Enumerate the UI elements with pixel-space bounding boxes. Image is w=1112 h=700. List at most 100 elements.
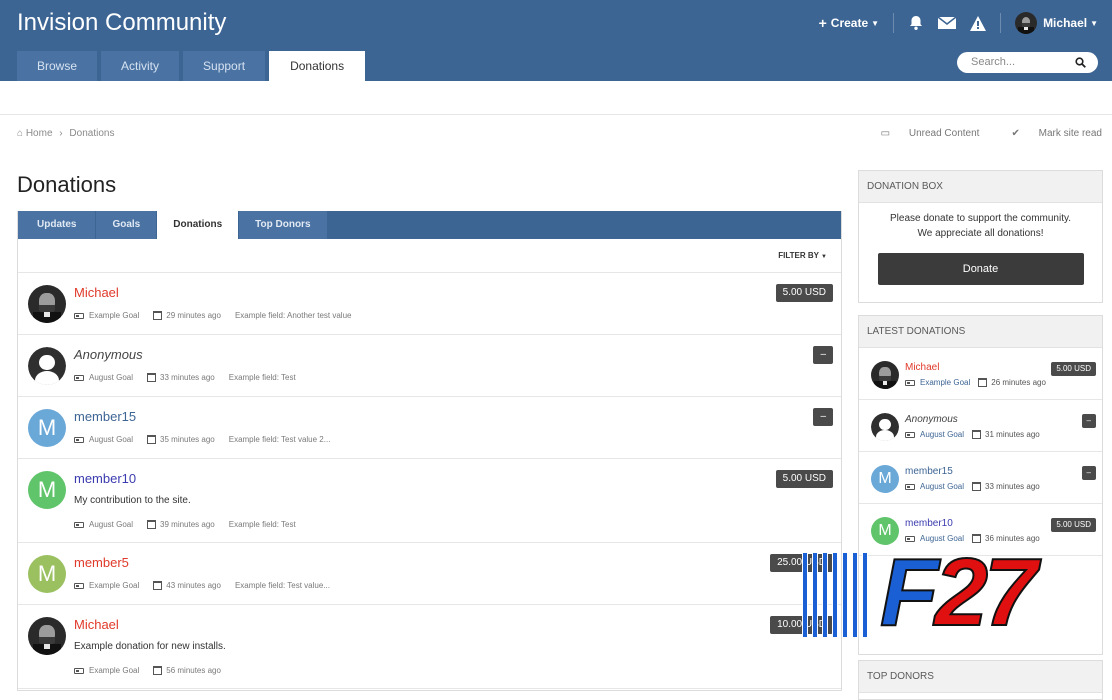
goal-link[interactable]: Example Goal [905, 378, 970, 387]
site-header: Invision Community + Create ▼ Michael ▼ … [0, 0, 1112, 81]
donation-meta: Example Goal 26 minutes ago [905, 378, 1046, 387]
calendar-icon [978, 378, 988, 387]
donor-name[interactable]: Michael [905, 362, 939, 373]
donor-name[interactable]: member15 [74, 409, 136, 424]
goal-icon [74, 582, 84, 589]
tab-updates[interactable]: Updates [18, 211, 96, 239]
donation-box-line: We appreciate all donations! [917, 228, 1044, 239]
tab-goals[interactable]: Goals [96, 211, 157, 239]
time-text: 31 minutes ago [985, 430, 1040, 439]
nav-tab-support[interactable]: Support [183, 51, 266, 81]
avatar[interactable]: M [871, 465, 899, 493]
divider [1000, 13, 1002, 33]
search-input[interactable]: Search... [957, 52, 1098, 73]
donation-box-text: Please donate to support the community. … [859, 211, 1102, 241]
user-bar: + Create ▼ Michael ▼ [805, 10, 1098, 36]
goal-link[interactable]: Example Goal [74, 581, 139, 590]
nav-tab-activity[interactable]: Activity [101, 51, 180, 81]
avatar[interactable] [871, 413, 899, 441]
amount-badge: 5.00 USD [1051, 518, 1096, 532]
amount-badge: 5.00 USD [1051, 362, 1096, 376]
time-text: 33 minutes ago [985, 482, 1040, 491]
goal-link[interactable]: August Goal [905, 482, 964, 491]
donation-meta: August Goal 39 minutes ago Example field: … [74, 520, 310, 529]
goal-link[interactable]: August Goal [74, 373, 133, 382]
calendar-icon [153, 311, 163, 320]
time-text: 29 minutes ago [166, 311, 221, 320]
goal-name: Example Goal [89, 581, 140, 590]
breadcrumb-current: Donations [69, 128, 115, 139]
donate-button[interactable]: Donate [877, 253, 1084, 285]
amount-badge: – [813, 346, 833, 364]
donor-name[interactable]: Michael [74, 617, 119, 632]
search-placeholder: Search... [971, 56, 1016, 68]
amount-badge: – [1081, 466, 1096, 480]
check-icon: ✔ [1011, 128, 1020, 139]
avatar[interactable]: M [28, 471, 66, 509]
goal-link[interactable]: Example Goal [74, 311, 139, 320]
donor-name[interactable]: member15 [905, 466, 953, 477]
filter-by-button[interactable]: FILTER BY ▼ [778, 251, 827, 260]
nav-tab-browse[interactable]: Browse [17, 51, 98, 81]
search-icon[interactable] [1075, 52, 1086, 73]
site-title[interactable]: Invision Community [17, 9, 226, 37]
user-menu[interactable]: Michael ▼ [1015, 12, 1098, 34]
avatar[interactable] [28, 617, 66, 655]
calendar-icon [147, 373, 157, 382]
envelope-icon [938, 16, 957, 29]
donor-name[interactable]: Michael [74, 285, 119, 300]
watermark-logo: F27 [802, 538, 1102, 647]
calendar-icon [147, 520, 157, 529]
notifications-button[interactable] [908, 15, 924, 31]
create-label: Create [830, 16, 869, 30]
donor-name[interactable]: Anonymous [905, 414, 958, 425]
goal-link[interactable]: August Goal [905, 430, 964, 439]
latest-donations-title: Latest Donations [859, 316, 1102, 348]
amount-badge: – [813, 408, 833, 426]
avatar[interactable]: M [28, 555, 66, 593]
avatar[interactable] [28, 285, 66, 323]
donation-tabs: Updates Goals Donations Top Donors [18, 211, 841, 239]
goal-link[interactable]: August Goal [74, 520, 133, 529]
unread-content-link[interactable]: ▭ Unread Content [865, 128, 980, 139]
donor-name[interactable]: Anonymous [74, 347, 143, 362]
reports-button[interactable] [970, 15, 987, 31]
watermark-bars [802, 552, 872, 638]
caret-down-icon: ▼ [1090, 18, 1098, 28]
goal-link[interactable]: August Goal [74, 435, 133, 444]
donor-name[interactable]: member10 [905, 518, 953, 529]
avatar[interactable] [871, 361, 899, 389]
breadcrumb: ⌂ Home › Donations [17, 128, 114, 139]
breadcrumb-home[interactable]: Home [26, 128, 53, 139]
latest-list: Michael Example Goal 26 minutes ago 5.00 US… [859, 348, 1102, 556]
filter-by-label: FILTER BY [778, 251, 819, 260]
calendar-icon [972, 482, 982, 491]
unread-icon: ▭ [880, 128, 891, 139]
tab-donations[interactable]: Donations [157, 211, 239, 239]
top-donors-widget: Top Donors [858, 660, 1103, 700]
messages-button[interactable] [938, 16, 957, 30]
amount-badge: 5.00 USD [775, 284, 833, 302]
create-menu[interactable]: + Create ▼ [819, 15, 879, 31]
tab-top-donors[interactable]: Top Donors [239, 211, 327, 239]
donation-row: Mmember15 August Goal 35 minutes ago Exampl… [18, 397, 841, 459]
donor-name[interactable]: member5 [74, 555, 129, 570]
avatar[interactable] [28, 347, 66, 385]
nav-tab-donations[interactable]: Donations [269, 51, 366, 81]
donation-box-title: Donation Box [859, 171, 1102, 203]
donor-name[interactable]: member10 [74, 471, 136, 486]
goal-name: August Goal [920, 482, 965, 491]
goal-icon [74, 521, 84, 528]
donation-meta: Example Goal 29 minutes ago Example field:… [74, 311, 365, 320]
sub-header-bar [0, 81, 1112, 115]
donation-time: 35 minutes ago [147, 435, 215, 444]
goal-icon [905, 379, 915, 386]
user-name: Michael [1043, 16, 1088, 30]
donation-box: Donation Box Please donate to support th… [858, 170, 1103, 303]
page-title: Donations [17, 172, 117, 197]
donation-box-line: Please donate to support the community. [889, 213, 1072, 224]
mark-site-read-link[interactable]: ✔ Mark site read [995, 128, 1102, 139]
time-text: 26 minutes ago [991, 378, 1046, 387]
avatar[interactable]: M [28, 409, 66, 447]
goal-name: August Goal [89, 373, 134, 382]
